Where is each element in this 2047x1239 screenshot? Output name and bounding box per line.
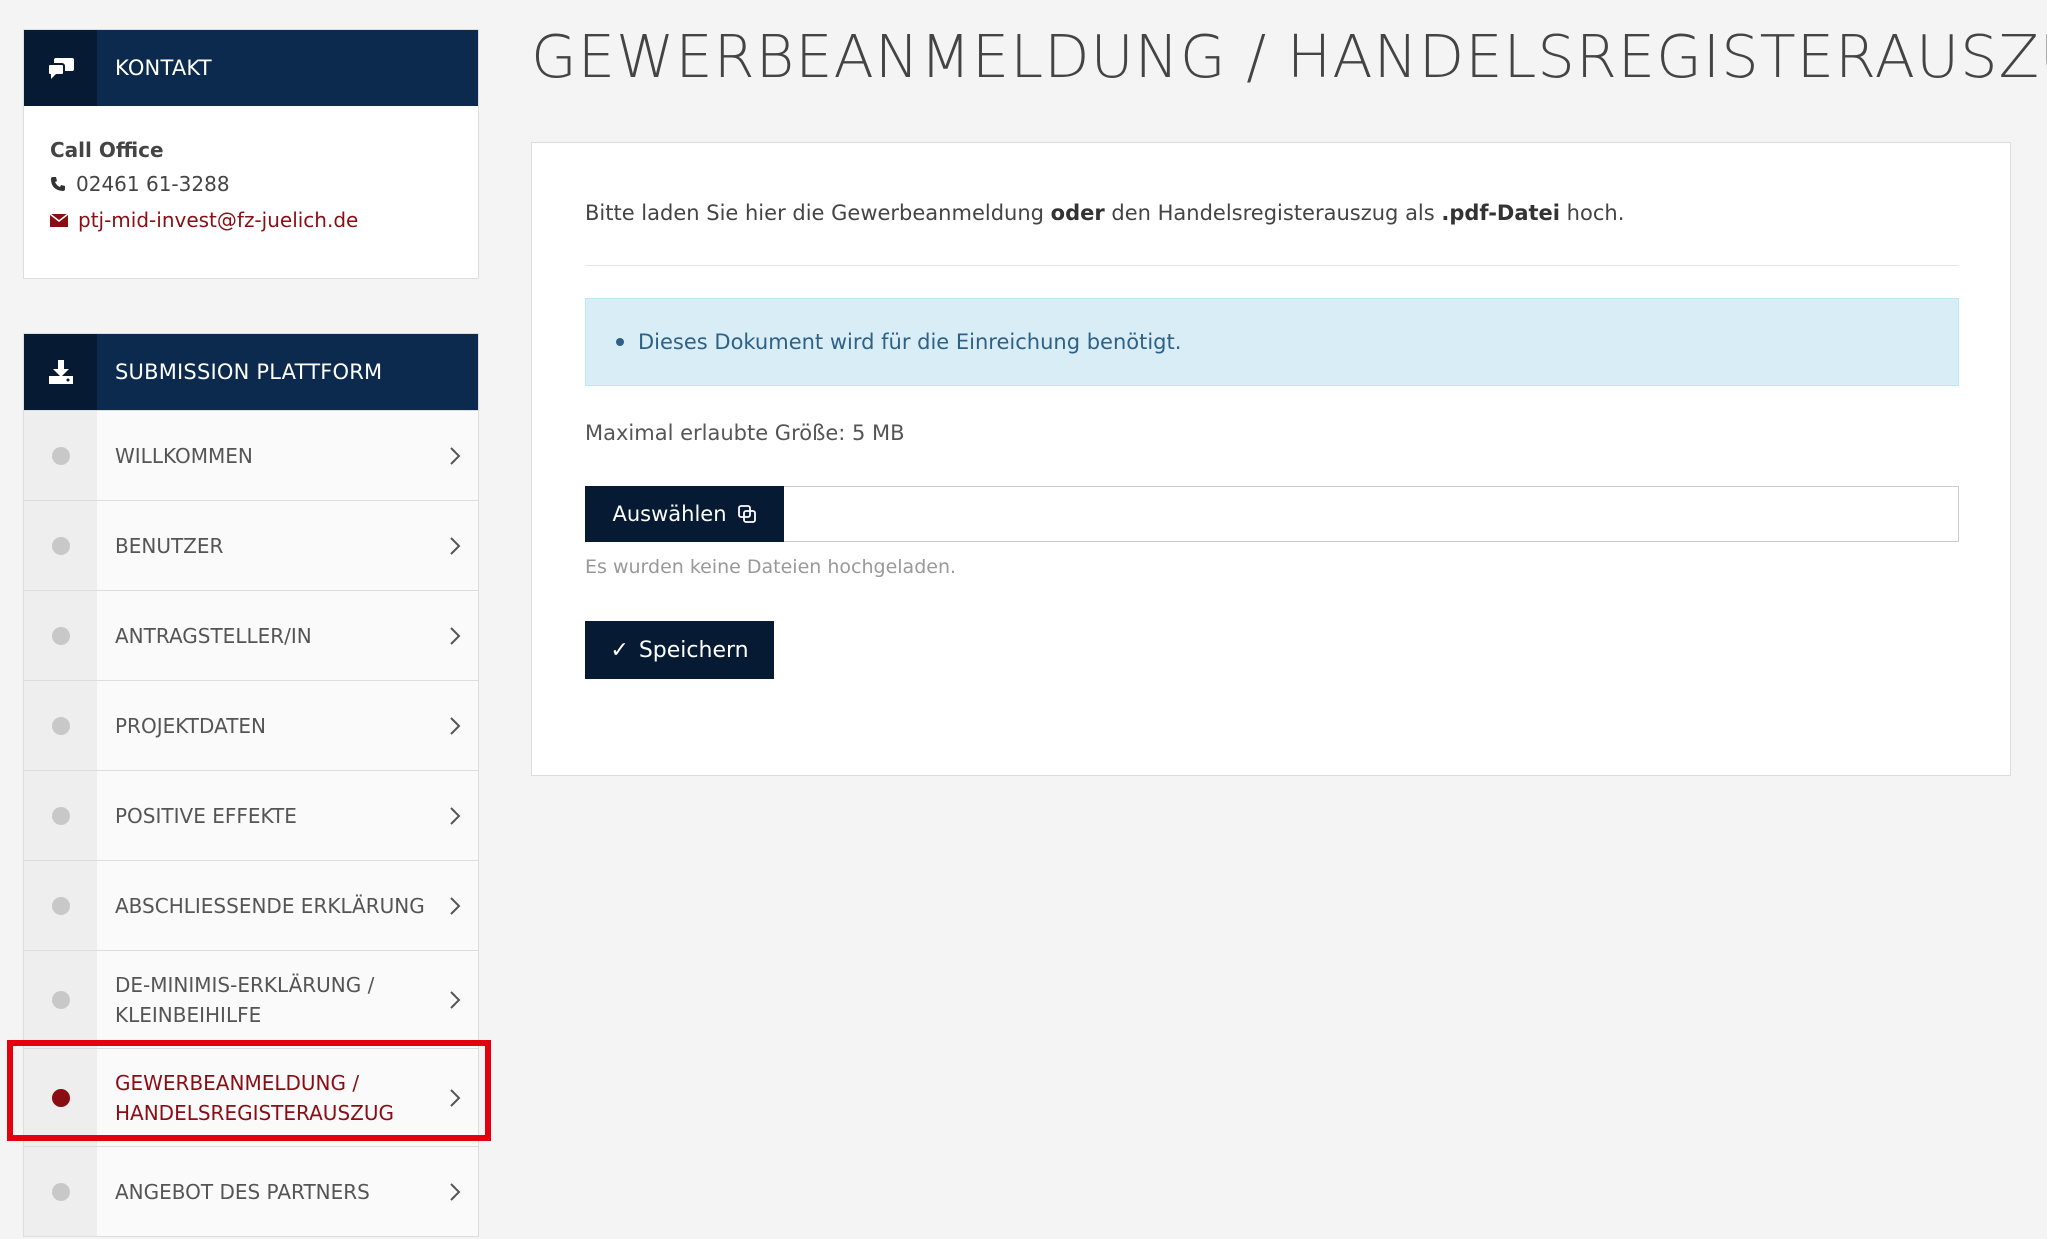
sidebar-item-projektdaten[interactable]: PROJEKTDATEN: [24, 680, 478, 770]
chevron-right-icon: [450, 716, 461, 735]
contact-title: KONTAKT: [115, 56, 212, 80]
status-dot: [51, 896, 70, 915]
sidebar-item-label: BENUTZER: [97, 501, 432, 590]
status-dot: [51, 626, 70, 645]
sidebar-item-de-minimis[interactable]: DE-MINIMIS-ERKLÄRUNG / KLEINBEIHILFE: [24, 950, 478, 1048]
intro-bold-pdf: .pdf-Datei: [1441, 201, 1560, 225]
intro-part: den Handelsregisterauszug als: [1104, 201, 1442, 225]
sidebar-item-antragsteller[interactable]: ANTRAGSTELLER/IN: [24, 590, 478, 680]
intro-part: Bitte laden Sie hier die Gewerbeanmeldun…: [585, 201, 1051, 225]
status-dot: [51, 536, 70, 555]
sidebar-item-label: ANTRAGSTELLER/IN: [97, 591, 432, 680]
page-title: GEWERBEANMELDUNG / HANDELSREGISTERAUSZUG: [531, 22, 2047, 91]
chevron-right-icon: [450, 990, 461, 1009]
status-dot: [51, 446, 70, 465]
status-dot: [51, 806, 70, 825]
mail-icon: [50, 213, 68, 227]
sidebar-item-label: WILLKOMMEN: [97, 411, 432, 500]
choose-file-button[interactable]: Auswählen: [585, 486, 784, 542]
chevron-right-icon: [450, 1182, 461, 1201]
max-size-text: Maximal erlaubte Größe: 5 MB: [585, 421, 905, 445]
sidebar-item-gewerbeanmeldung[interactable]: GEWERBEANMELDUNG / HANDELSREGISTERAUSZUG: [24, 1048, 478, 1146]
submission-title: SUBMISSION PLATTFORM: [115, 360, 383, 384]
choose-file-label: Auswählen: [612, 502, 727, 526]
sidebar-item-label-line2: HANDELSREGISTERAUSZUG: [115, 1100, 394, 1125]
contact-panel: KONTAKT Call Office 02461 61-3288 ptj-mi…: [23, 29, 479, 279]
sidebar-item-abschliessende-erklaerung[interactable]: ABSCHLIESSENDE ERKLÄRUNG: [24, 860, 478, 950]
chevron-right-icon: [450, 446, 461, 465]
sidebar-item-positive-effekte[interactable]: POSITIVE EFFEKTE: [24, 770, 478, 860]
info-text: Dieses Dokument wird für die Einreichung…: [638, 330, 1182, 354]
save-button[interactable]: ✓ Speichern: [585, 621, 774, 679]
file-upload: Auswählen: [585, 486, 1959, 542]
status-dot: [51, 1182, 70, 1201]
sidebar: KONTAKT Call Office 02461 61-3288 ptj-mi…: [23, 29, 479, 1237]
contact-header: KONTAKT: [24, 30, 478, 106]
chevron-right-icon: [450, 1088, 461, 1107]
sidebar-item-label-line1: DE-MINIMIS-ERKLÄRUNG /: [115, 972, 375, 997]
chevron-right-icon: [450, 806, 461, 825]
sidebar-item-angebot-des-partners[interactable]: ANGEBOT DES PARTNERS: [24, 1146, 478, 1236]
chat-icon: [24, 30, 97, 106]
download-icon: [24, 334, 97, 410]
status-dot: [51, 990, 70, 1009]
status-dot: [51, 716, 70, 735]
submission-header: SUBMISSION PLATTFORM: [24, 334, 478, 410]
sidebar-item-label: PROJEKTDATEN: [97, 681, 432, 770]
sidebar-item-label-line1: GEWERBEANMELDUNG /: [115, 1070, 360, 1095]
bullet-icon: [616, 338, 624, 346]
submission-panel: SUBMISSION PLATTFORM WILLKOMMEN BENUTZER…: [23, 333, 479, 1237]
phone-icon: [51, 177, 65, 191]
chevron-right-icon: [450, 536, 461, 555]
upload-card: Bitte laden Sie hier die Gewerbeanmeldun…: [531, 142, 2011, 776]
email-link[interactable]: ptj-mid-invest@fz-juelich.de: [78, 208, 358, 232]
sidebar-item-label-line2: KLEINBEIHILFE: [115, 1002, 262, 1027]
file-name-field[interactable]: [784, 486, 1959, 542]
sidebar-item-label: ABSCHLIESSENDE ERKLÄRUNG: [97, 861, 432, 950]
phone-number: 02461 61-3288: [76, 172, 230, 196]
chevron-right-icon: [450, 896, 461, 915]
sidebar-item-label: ANGEBOT DES PARTNERS: [97, 1147, 432, 1236]
chevron-right-icon: [450, 626, 461, 645]
call-office-label: Call Office: [50, 138, 164, 162]
divider: [585, 265, 1959, 266]
save-label: Speichern: [638, 637, 749, 663]
copy-icon: [737, 505, 756, 523]
intro-part: hoch.: [1560, 201, 1625, 225]
upload-hint: Es wurden keine Dateien hochgeladen.: [585, 556, 957, 578]
sidebar-item-benutzer[interactable]: BENUTZER: [24, 500, 478, 590]
sidebar-item-label: POSITIVE EFFEKTE: [97, 771, 432, 860]
check-icon: ✓: [610, 637, 629, 663]
status-dot-active: [51, 1088, 70, 1107]
intro-bold-oder: oder: [1050, 201, 1105, 225]
sidebar-item-willkommen[interactable]: WILLKOMMEN: [24, 410, 478, 500]
info-alert: Dieses Dokument wird für die Einreichung…: [585, 298, 1959, 386]
intro-text: Bitte laden Sie hier die Gewerbeanmeldun…: [585, 201, 1624, 225]
